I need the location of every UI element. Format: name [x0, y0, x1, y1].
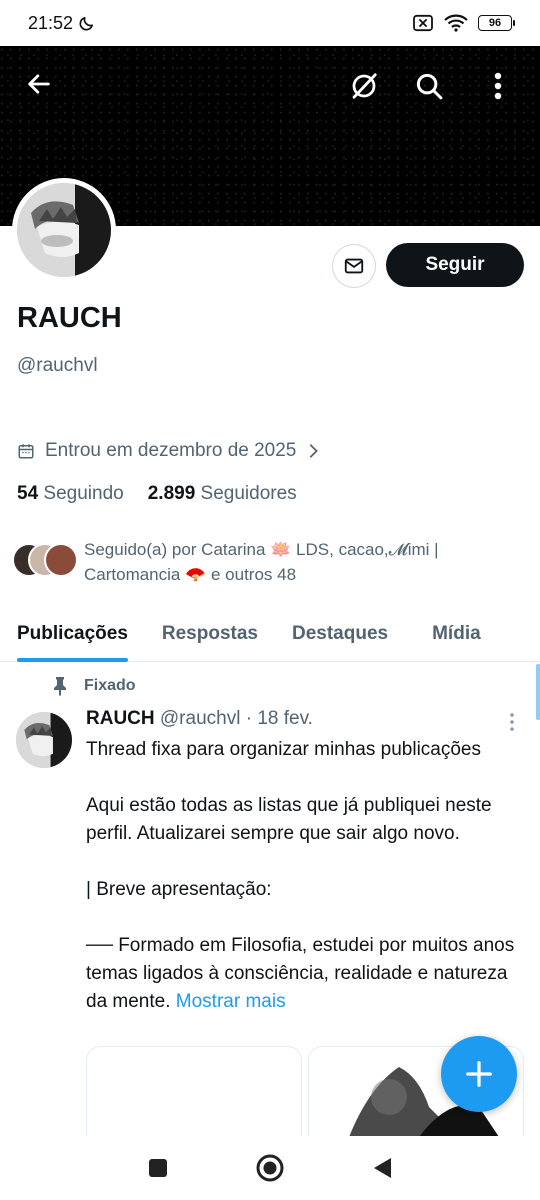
grok-icon	[352, 73, 377, 99]
followed-by[interactable]: Seguido(a) por Catarina 🪷 LDS, cacao,𝓜im…	[12, 537, 514, 587]
more-options-button[interactable]	[476, 64, 520, 108]
circle-home-icon[interactable]	[255, 1153, 285, 1183]
joined-date[interactable]: Entrou em dezembro de 2025	[17, 440, 320, 462]
tab-destaques[interactable]: Destaques	[292, 606, 388, 662]
message-button[interactable]	[332, 244, 376, 288]
follow-button[interactable]: Seguir	[386, 243, 524, 287]
tweet-author-avatar[interactable]	[16, 712, 72, 768]
tweet-more-button[interactable]	[498, 712, 526, 734]
profile-tabs: Publicações Respostas Destaques Mídia	[0, 606, 540, 662]
square-icon[interactable]	[147, 1157, 169, 1179]
follow-stats: 54 Seguindo 2.899 Seguidores	[17, 483, 297, 505]
followers-link[interactable]: 2.899 Seguidores	[148, 483, 297, 505]
calendar-icon	[18, 444, 34, 459]
triangle-back-icon[interactable]	[371, 1156, 393, 1180]
profile-avatar[interactable]	[12, 178, 116, 282]
chevron-right-icon	[310, 444, 319, 458]
tab-label: Respostas	[161, 623, 258, 644]
following-link[interactable]: 54 Seguindo	[17, 483, 124, 505]
tab-midia[interactable]: Mídia	[432, 606, 481, 662]
wifi-icon	[444, 14, 468, 32]
tweet-paragraph: ── Formado em Filosofia, estudei por mui…	[86, 935, 515, 1012]
tab-publicacoes[interactable]: Publicações	[17, 606, 128, 662]
system-nav-bar	[0, 1136, 540, 1200]
tweet-text[interactable]: Thread fixa para organizar minhas public…	[86, 736, 532, 1016]
following-count: 54	[17, 483, 39, 504]
joined-text: Entrou em dezembro de 2025	[45, 440, 297, 461]
pin-icon	[54, 677, 66, 696]
arrow-left-icon	[28, 74, 50, 94]
pinned-label: Fixado	[84, 677, 136, 694]
mutual-avatar	[44, 543, 78, 577]
grok-button[interactable]	[342, 64, 386, 108]
followers-count: 2.899	[147, 483, 196, 504]
tab-label: Destaques	[292, 623, 389, 644]
back-button[interactable]	[17, 62, 61, 106]
tweet-paragraph-last: ── Formado em Filosofia, estudei por mui…	[86, 932, 532, 1016]
profile-handle: @rauchvl	[17, 355, 98, 376]
tweet-paragraph: Aqui estão todas as listas que já publiq…	[86, 795, 492, 844]
status-time: 21:52	[28, 12, 74, 33]
tweet-date[interactable]: 18 fev.	[257, 708, 313, 729]
search-icon	[416, 73, 443, 100]
status-bar: 21:52 96	[0, 0, 540, 46]
tweet-author-handle[interactable]: @rauchvl	[160, 708, 241, 729]
battery-icon: 96	[478, 15, 515, 31]
sim-off-icon	[413, 14, 433, 32]
more-vertical-icon	[494, 72, 502, 100]
tab-label: Mídia	[432, 623, 481, 644]
media-image[interactable]	[86, 1046, 302, 1136]
tweet-paragraph: Thread fixa para organizar minhas public…	[86, 739, 481, 760]
avatar-photo	[16, 712, 72, 768]
tweet-separator: ·	[245, 708, 253, 729]
avatar-photo	[17, 183, 111, 277]
followed-by-text: Seguido(a) por Catarina 🪷 LDS, cacao,𝓜im…	[84, 540, 439, 584]
pinned-indicator: Fixado	[52, 676, 136, 696]
compose-button[interactable]	[441, 1036, 517, 1112]
tweet-author-name[interactable]: RAUCH	[86, 708, 155, 729]
search-button[interactable]	[407, 64, 451, 108]
moon-icon	[79, 16, 94, 30]
profile-display-name: RAUCH	[17, 302, 122, 334]
tweet-header: RAUCH @rauchvl · 18 fev.	[86, 708, 313, 730]
show-more-link[interactable]: Mostrar mais	[176, 991, 286, 1012]
more-vertical-icon	[510, 713, 514, 731]
tab-label: Publicações	[17, 623, 128, 644]
tab-respostas[interactable]: Respostas	[162, 606, 258, 662]
battery-level: 96	[488, 17, 502, 29]
followers-label: Seguidores	[200, 483, 297, 504]
mutual-avatars	[12, 543, 80, 579]
tweet-paragraph: | Breve apresentação:	[86, 879, 272, 900]
plus-icon	[466, 1061, 492, 1087]
following-label: Seguindo	[43, 483, 124, 504]
envelope-icon	[344, 258, 364, 274]
scrollbar[interactable]	[536, 664, 540, 720]
